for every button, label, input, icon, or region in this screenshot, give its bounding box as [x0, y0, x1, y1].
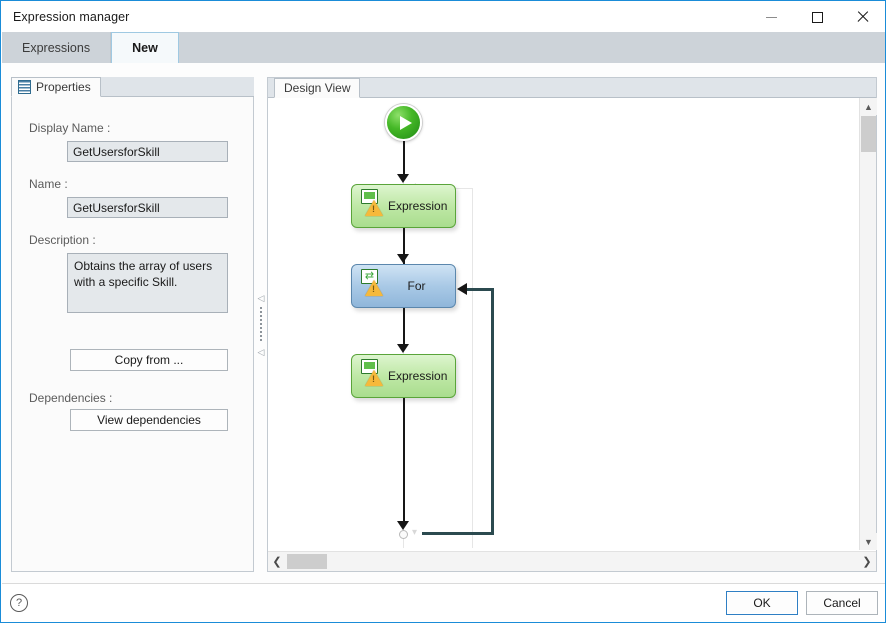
arrow-expression2-to-end — [397, 521, 409, 530]
vscroll-down-button[interactable]: ▼ — [860, 533, 877, 550]
main-tab-strip: Expressions New — [2, 32, 885, 63]
arrow-start-to-expression1 — [397, 174, 409, 183]
end-drop-target[interactable] — [399, 530, 408, 539]
maximize-button[interactable] — [794, 2, 840, 32]
loopback-top-segment — [467, 288, 494, 291]
node-expression-1[interactable]: Expression — [351, 184, 456, 228]
node-expression-1-label: Expression — [388, 199, 448, 213]
arrow-loopback-to-for — [457, 283, 467, 295]
window-controls — [748, 2, 885, 32]
name-label: Name : — [29, 177, 68, 191]
properties-panel-body: Display Name : Name : Description : Copy… — [11, 97, 254, 572]
close-button[interactable] — [840, 2, 885, 32]
vscroll-thumb[interactable] — [861, 116, 876, 152]
design-panel: Design View ! Expression ⇄ ! For ! Expre… — [267, 77, 877, 572]
arrow-expression1-to-for — [397, 254, 409, 263]
vscroll-up-button[interactable]: ▲ — [860, 98, 877, 115]
warning-icon — [365, 280, 383, 296]
properties-tab-strip: Properties — [11, 77, 254, 97]
design-canvas-wrapper: Expression ⇄ For — [268, 98, 876, 571]
properties-panel: Properties Display Name : Name : Descrip… — [11, 77, 254, 572]
loopback-bottom-segment — [422, 532, 494, 535]
properties-grid-icon — [18, 80, 31, 94]
tab-expressions[interactable]: Expressions — [2, 32, 112, 63]
tab-design-view[interactable]: Design View — [274, 78, 361, 98]
workflow-canvas[interactable]: Expression ⇄ For — [268, 98, 851, 548]
arrow-for-to-expression2 — [397, 344, 409, 353]
window-title: Expression manager — [13, 10, 130, 24]
warning-icon — [365, 370, 383, 386]
drop-guide-line-right — [472, 188, 473, 548]
for-icon-group: ⇄ — [358, 268, 388, 304]
canvas-hscrollbar[interactable]: ❮ ❯ — [268, 551, 876, 571]
connector-expression2-to-end — [403, 398, 405, 526]
display-name-input[interactable] — [67, 141, 228, 162]
minimize-icon — [765, 17, 777, 18]
node-for-label: For — [407, 279, 426, 293]
expression-1-icon-group — [358, 188, 388, 224]
hscroll-left-button[interactable]: ❮ — [268, 552, 286, 571]
cancel-button[interactable]: Cancel — [806, 591, 878, 615]
loopback-right-segment — [491, 288, 494, 535]
ok-button[interactable]: OK — [726, 591, 798, 615]
description-textarea[interactable] — [67, 253, 228, 313]
display-name-label: Display Name : — [29, 121, 111, 135]
close-icon — [857, 11, 869, 23]
minimize-button[interactable] — [748, 2, 794, 32]
help-icon[interactable]: ? — [10, 594, 28, 612]
node-start[interactable] — [385, 104, 422, 141]
connector-for-to-expression2 — [403, 308, 405, 345]
view-dependencies-button[interactable]: View dependencies — [70, 409, 228, 431]
tab-properties[interactable]: Properties — [11, 77, 101, 97]
description-label: Description : — [29, 233, 96, 247]
dialog-content: Properties Display Name : Name : Descrip… — [2, 63, 885, 585]
hscroll-right-button[interactable]: ❯ — [858, 552, 876, 571]
node-expression-2-label: Expression — [388, 369, 448, 383]
node-expression-2[interactable]: Expression — [351, 354, 456, 398]
hscroll-thumb[interactable] — [287, 554, 327, 569]
node-for[interactable]: ⇄ For — [351, 264, 456, 308]
connector-start-to-expression1 — [403, 141, 405, 178]
end-chevron-icon: ▾ — [412, 527, 418, 538]
play-icon — [399, 115, 412, 130]
name-input[interactable] — [67, 197, 228, 218]
splitter-grip[interactable] — [260, 306, 262, 343]
tab-new[interactable]: New — [111, 32, 179, 63]
maximize-icon — [811, 11, 823, 23]
panel-splitter[interactable]: ◁ ◁ — [255, 77, 267, 572]
design-tab-strip: Design View — [268, 78, 876, 98]
copy-from-button[interactable]: Copy from ... — [70, 349, 228, 371]
warning-icon — [365, 200, 383, 216]
expression-manager-window: Expression manager Expressions New Prope… — [0, 0, 886, 623]
splitter-collapse-up-icon[interactable]: ◁ — [258, 293, 265, 303]
dialog-footer: ? OK Cancel — [2, 583, 885, 621]
tab-strip-filler — [179, 32, 885, 63]
expression-2-icon-group — [358, 358, 388, 394]
properties-tab-label: Properties — [36, 80, 91, 94]
dependencies-label: Dependencies : — [29, 391, 113, 405]
title-bar: Expression manager — [2, 2, 885, 32]
splitter-collapse-down-icon[interactable]: ◁ — [258, 347, 265, 357]
canvas-vscrollbar[interactable]: ▲ ▼ — [859, 98, 877, 550]
